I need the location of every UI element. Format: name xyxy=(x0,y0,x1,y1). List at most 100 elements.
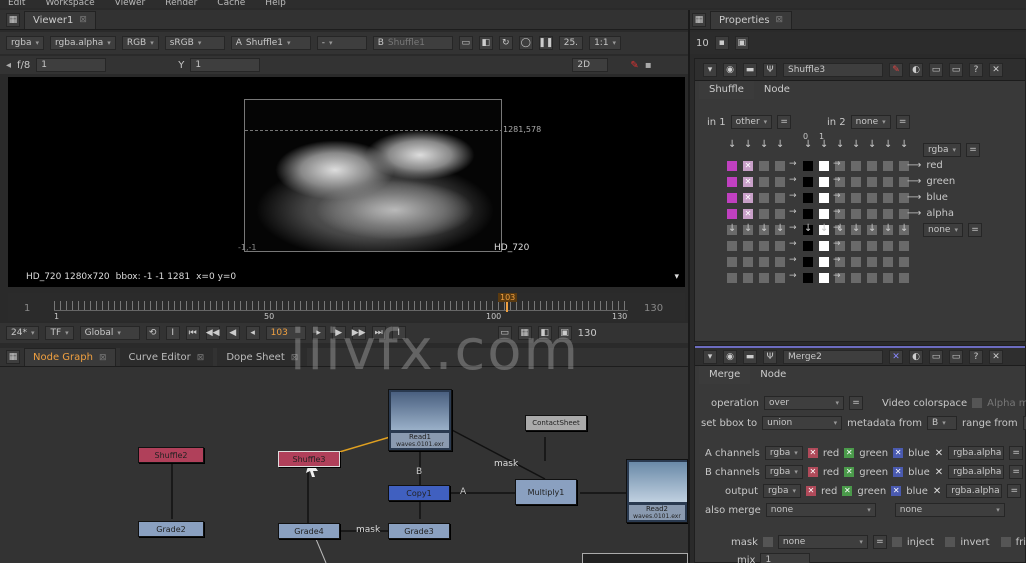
node-graph[interactable]: Shuffle2 Shuffle3 Read1 waves.0101.exr C… xyxy=(0,367,688,563)
out2-link-icon[interactable]: = xyxy=(967,223,982,237)
playhead-marker[interactable]: 103 xyxy=(498,293,518,302)
float-icon[interactable]: ▭ xyxy=(929,62,943,77)
out-point-icon[interactable]: I xyxy=(391,326,406,340)
shuffle-cell[interactable] xyxy=(743,273,753,283)
gain-field[interactable]: 25. xyxy=(558,36,584,50)
tab-dope-sheet[interactable]: Dope Sheet ⊠ xyxy=(217,348,308,366)
shuffle-cell[interactable] xyxy=(727,177,737,187)
shuffle-cell[interactable] xyxy=(775,273,785,283)
shuffle-cell[interactable] xyxy=(759,193,769,203)
shuffle-cell[interactable] xyxy=(759,209,769,219)
range-dropdown[interactable]: B▾ xyxy=(1022,416,1026,430)
out2-channels-dropdown[interactable]: none ▾ xyxy=(923,223,963,237)
shuffle-cell[interactable] xyxy=(759,273,769,283)
metadata-dropdown[interactable]: B ▾ xyxy=(927,416,958,430)
node-read2[interactable]: Read2 waves.0101.exr xyxy=(626,459,688,523)
shuffle-cell[interactable] xyxy=(727,241,737,251)
lock-panels-icon[interactable]: ▪ xyxy=(714,36,729,50)
shuffle-cell[interactable] xyxy=(775,209,785,219)
out-alpha-checkbox[interactable]: ✕ xyxy=(933,486,941,497)
in2-dropdown[interactable]: none ▾ xyxy=(850,115,891,129)
bbox-dropdown[interactable]: union ▾ xyxy=(762,416,843,430)
channels-dropdown[interactable]: rgba ▾ xyxy=(6,36,44,50)
shuffle-cell[interactable]: ✕ xyxy=(743,193,753,203)
help-icon[interactable]: ? xyxy=(969,62,983,77)
merge-name-field[interactable]: Merge2 xyxy=(783,349,883,364)
shuffle-cell[interactable] xyxy=(819,257,829,267)
a-green-checkbox[interactable]: ✕ xyxy=(844,448,855,458)
pause-icon[interactable]: ❚❚ xyxy=(538,36,553,50)
expand-icon[interactable]: ▾ xyxy=(674,272,679,282)
shuffle-cell[interactable] xyxy=(867,193,877,203)
close-panel-icon[interactable]: ✕ xyxy=(989,62,1003,77)
a-channels-dropdown[interactable]: rgba ▾ xyxy=(764,446,803,460)
collapse-icon[interactable]: ▾ xyxy=(703,349,717,364)
stop-icon[interactable]: ◯ xyxy=(518,36,533,50)
timeline-ruler[interactable] xyxy=(54,301,628,311)
paint-icon[interactable]: ✎ xyxy=(630,60,638,71)
tab-curve-editor[interactable]: Curve Editor ⊠ xyxy=(119,348,214,366)
b-alpha-dropdown[interactable]: rgba.alpha xyxy=(948,465,1005,479)
roi-icon[interactable]: ▭ xyxy=(458,36,473,50)
out-red-checkbox[interactable]: ✕ xyxy=(805,486,816,496)
out-link-icon[interactable]: = xyxy=(1007,484,1022,498)
mask-checkbox[interactable] xyxy=(762,537,773,547)
viewer-icon[interactable]: ▬ xyxy=(743,349,757,364)
shuffle-cell[interactable] xyxy=(883,257,893,267)
out-blue-checkbox[interactable]: ✕ xyxy=(891,486,902,496)
clear-panels-icon[interactable]: ▣ xyxy=(734,36,749,50)
shuffle-cell[interactable] xyxy=(727,193,737,203)
tf-dropdown[interactable]: TF ▾ xyxy=(45,326,74,340)
compare-op-dropdown[interactable]: - ▾ xyxy=(316,36,367,50)
shuffle-cell[interactable] xyxy=(775,177,785,187)
out-alpha-dropdown[interactable]: rgba.alpha xyxy=(946,484,1003,498)
shuffle-cell[interactable] xyxy=(899,241,909,251)
undo-icon[interactable]: ▭ xyxy=(949,62,963,77)
float-icon[interactable]: ▭ xyxy=(929,349,943,364)
node-shuffle3[interactable]: Shuffle3 xyxy=(278,451,340,467)
next-key-icon[interactable]: ▶▶ xyxy=(351,326,366,340)
last-frame-icon[interactable]: ⏭ xyxy=(371,326,386,340)
a-alpha-dropdown[interactable]: rgba.alpha xyxy=(948,446,1005,460)
loop-icon[interactable]: ⟲ xyxy=(145,326,160,340)
shuffle-cell[interactable] xyxy=(851,193,861,203)
shuffle-cell[interactable] xyxy=(819,273,829,283)
shuffle-cell[interactable] xyxy=(883,209,893,219)
shuffle-cell[interactable] xyxy=(803,241,813,251)
collapse-icon[interactable]: ▾ xyxy=(703,62,717,77)
a-link-icon[interactable]: = xyxy=(1009,446,1024,460)
shuffle-cell[interactable] xyxy=(883,273,893,283)
b-green-checkbox[interactable]: ✕ xyxy=(844,467,855,477)
shuffle-cell[interactable] xyxy=(883,193,893,203)
output-dropdown[interactable]: rgba ▾ xyxy=(762,484,801,498)
shuffle-cell[interactable] xyxy=(775,193,785,203)
pane-menu-icon[interactable]: ▦ xyxy=(6,12,20,27)
node-multiply1[interactable]: Multiply1 xyxy=(515,479,577,505)
in2-link-icon[interactable]: = xyxy=(895,115,910,129)
b-channels-dropdown[interactable]: rgba ▾ xyxy=(764,465,803,479)
node-copy1[interactable]: Copy1 xyxy=(388,485,450,501)
shuffle-cell[interactable] xyxy=(819,161,829,171)
shuffle-cell[interactable]: ✕ xyxy=(743,177,753,187)
alpha-dropdown[interactable]: rgba.alpha ▾ xyxy=(50,36,116,50)
invert-checkbox[interactable] xyxy=(945,537,956,547)
b-blue-checkbox[interactable]: ✕ xyxy=(893,467,904,477)
prev-frame-icon[interactable]: ◂ xyxy=(245,326,260,340)
refresh-icon[interactable]: ↻ xyxy=(498,36,513,50)
play-icon[interactable]: ▶ xyxy=(331,326,346,340)
fstop-icon[interactable]: ◂ xyxy=(6,60,11,71)
in1-dropdown[interactable]: other ▾ xyxy=(730,115,773,129)
in1-link-icon[interactable]: = xyxy=(777,115,792,129)
first-frame-icon[interactable]: ⏮ xyxy=(185,326,200,340)
close-icon[interactable]: ⊠ xyxy=(776,15,784,25)
node-contactsheet[interactable]: ContactSheet xyxy=(525,415,587,431)
menu-item-viewer[interactable]: Viewer xyxy=(115,0,146,8)
tab-node-graph[interactable]: Node Graph ⊠ xyxy=(24,348,116,366)
close-panel-icon[interactable]: ✕ xyxy=(989,349,1003,364)
node-grade4[interactable]: Grade4 xyxy=(278,523,340,539)
shuffle-cell[interactable] xyxy=(759,241,769,251)
subtab-node[interactable]: Node xyxy=(750,366,796,384)
shuffle-cell[interactable] xyxy=(819,241,829,251)
out-channels-dropdown[interactable]: rgba ▾ xyxy=(923,143,961,157)
playhead[interactable] xyxy=(506,302,508,312)
